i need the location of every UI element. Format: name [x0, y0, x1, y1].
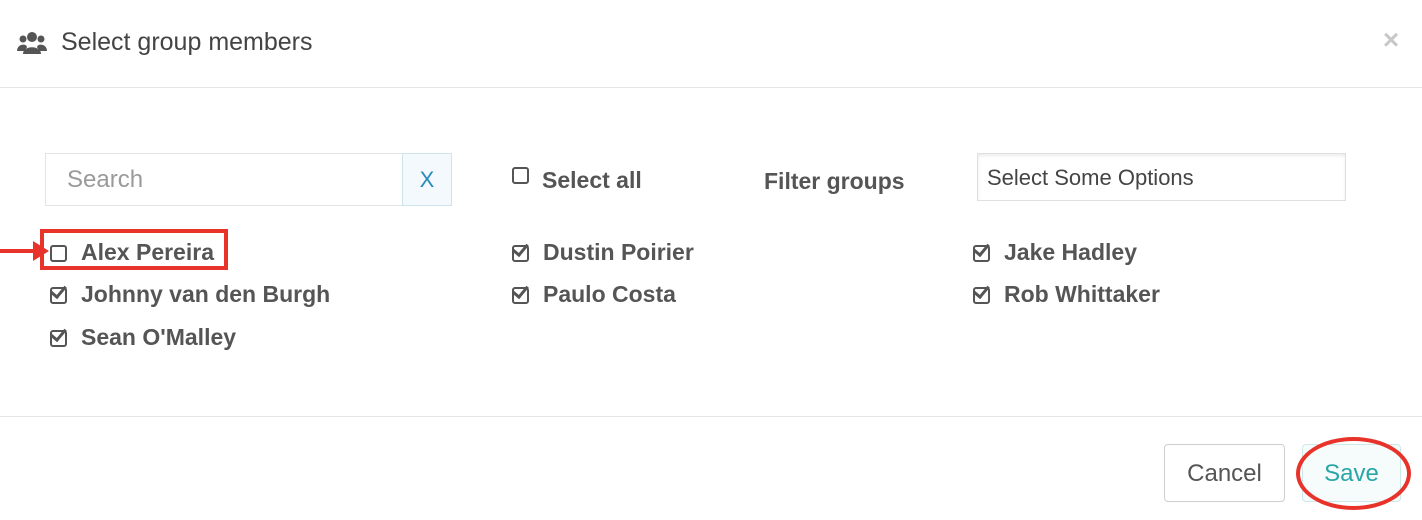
member-checkbox[interactable]: [512, 281, 530, 304]
select-all-label[interactable]: Select all: [542, 167, 642, 194]
cancel-button[interactable]: Cancel: [1164, 444, 1285, 502]
member-checkbox[interactable]: [512, 239, 530, 262]
member-name: Dustin Poirier: [543, 239, 694, 265]
filter-groups-label: Filter groups: [764, 168, 905, 194]
modal-header: Select group members ×: [0, 0, 1422, 88]
member-name: Johnny van den Burgh: [81, 281, 331, 307]
annotation-arrow-line: [0, 249, 34, 253]
annotation-highlight-box: [40, 229, 228, 270]
member-checkbox[interactable]: [973, 281, 991, 304]
member-name: Rob Whittaker: [1004, 281, 1160, 307]
footer-divider: [0, 416, 1422, 417]
filter-groups-select[interactable]: Select Some Options: [977, 153, 1346, 201]
select-all-checkbox[interactable]: [512, 166, 530, 184]
search-group: X: [45, 153, 452, 206]
member-name: Paulo Costa: [543, 281, 676, 307]
close-button[interactable]: ×: [1378, 25, 1404, 55]
search-clear-button[interactable]: X: [402, 153, 452, 206]
member-name: Jake Hadley: [1004, 239, 1137, 265]
modal-title: Select group members: [61, 28, 313, 56]
search-input[interactable]: [45, 153, 424, 206]
member-name: Sean O'Malley: [81, 324, 237, 350]
member-checkbox[interactable]: [50, 324, 68, 347]
users-icon: [17, 32, 47, 54]
annotation-highlight-ellipse: [1296, 437, 1411, 510]
member-checkbox[interactable]: [50, 281, 68, 304]
member-checkbox[interactable]: [973, 239, 991, 262]
